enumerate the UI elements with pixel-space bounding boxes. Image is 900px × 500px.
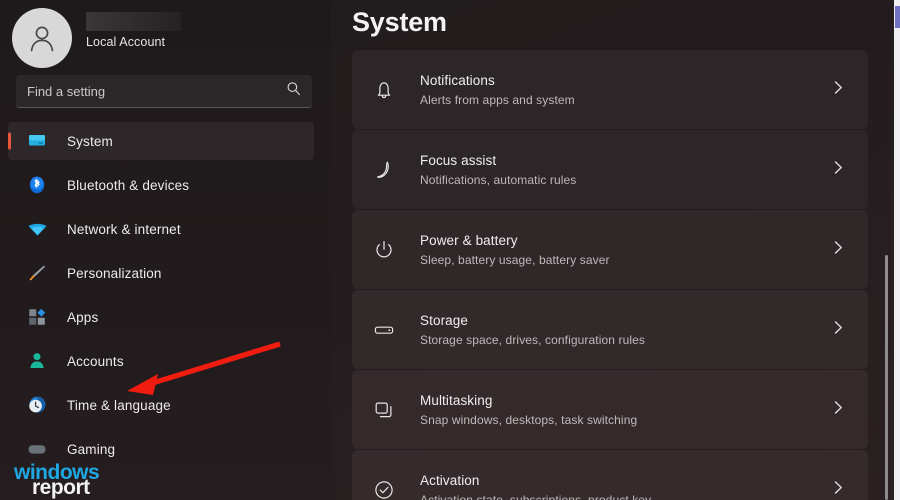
chevron-right-icon[interactable]: [833, 79, 844, 100]
card-title: Notifications: [420, 72, 495, 88]
card-title: Focus assist: [420, 152, 497, 168]
chevron-right-icon[interactable]: [833, 479, 844, 500]
monitor-icon: [26, 130, 48, 152]
windows-stack-icon: [370, 396, 398, 424]
card-subtitle: Alerts from apps and system: [420, 92, 575, 107]
chevron-right-icon[interactable]: [833, 159, 844, 180]
sidebar-item-label: Network & internet: [67, 221, 181, 237]
card-title: Activation: [420, 472, 480, 488]
sidebar-item-label: Accounts: [67, 353, 124, 369]
watermark-line-2: report: [32, 476, 90, 499]
card-subtitle: Sleep, battery usage, battery saver: [420, 252, 610, 267]
card-subtitle: Storage space, drives, configuration rul…: [420, 332, 645, 347]
power-icon: [370, 236, 398, 264]
chevron-right-icon[interactable]: [833, 239, 844, 260]
sidebar-item-accounts[interactable]: Accounts: [8, 342, 314, 380]
account-type-label: Local Account: [86, 35, 166, 49]
search-input[interactable]: [16, 75, 312, 107]
window-edge-strip: [894, 0, 900, 500]
sidebar-item-gaming[interactable]: Gaming: [8, 430, 314, 468]
sidebar-item-label: Gaming: [67, 441, 116, 457]
card-text: Focus assist Notifications, automatic ru…: [420, 152, 576, 188]
search-section: [0, 66, 330, 108]
sidebar-item-label: Apps: [67, 309, 99, 325]
profile-text: Local Account: [86, 6, 181, 49]
apps-grid-icon: [26, 306, 48, 328]
sidebar-item-label: Time & language: [67, 397, 171, 413]
settings-card-multitasking[interactable]: Multitasking Snap windows, desktops, tas…: [352, 370, 868, 450]
moon-icon: [370, 156, 398, 184]
bluetooth-icon: [26, 174, 48, 196]
settings-card-focus-assist[interactable]: Focus assist Notifications, automatic ru…: [352, 130, 868, 210]
wifi-icon: [26, 218, 48, 240]
card-text: Power & battery Sleep, battery usage, ba…: [420, 232, 610, 268]
card-title: Storage: [420, 312, 468, 328]
browser-scrollbar-sliver[interactable]: [895, 6, 900, 28]
card-text: Activation Activation state, subscriptio…: [420, 472, 651, 500]
bell-icon: [370, 76, 398, 104]
paintbrush-icon: [26, 262, 48, 284]
profile-section[interactable]: Local Account: [0, 0, 330, 68]
sidebar-item-label: Bluetooth & devices: [67, 177, 190, 193]
clock-icon: [26, 394, 48, 416]
card-title: Multitasking: [420, 392, 493, 408]
avatar[interactable]: [12, 8, 72, 68]
sidebar-item-label: Personalization: [67, 265, 162, 281]
settings-window: Local Account Find a setting System Blue…: [0, 0, 900, 500]
page-title: System: [352, 7, 447, 37]
redacted-user-name: [86, 12, 181, 31]
sidebar: Local Account Find a setting System Blue…: [0, 0, 330, 500]
sidebar-item-time-language[interactable]: Time & language: [8, 386, 314, 424]
main-content: System Notifications Alerts from apps an…: [330, 0, 900, 500]
card-subtitle: Activation state, subscriptions, product…: [420, 492, 652, 500]
sidebar-item-label: System: [67, 133, 113, 149]
card-text: Storage Storage space, drives, configura…: [420, 312, 645, 348]
person-avatar-icon: [30, 26, 54, 52]
settings-card-activation[interactable]: Activation Activation state, subscriptio…: [352, 450, 868, 500]
sidebar-nav: System Bluetooth & devices Network & int…: [0, 122, 330, 468]
sidebar-item-system[interactable]: System: [8, 122, 314, 160]
settings-card-storage[interactable]: Storage Storage space, drives, configura…: [352, 290, 868, 370]
chevron-right-icon[interactable]: [833, 319, 844, 340]
drive-icon: [370, 316, 398, 344]
scrollbar[interactable]: [885, 0, 889, 500]
sidebar-item-personalization[interactable]: Personalization: [8, 254, 314, 292]
card-title: Power & battery: [420, 232, 518, 248]
sidebar-item-bluetooth-devices[interactable]: Bluetooth & devices: [8, 166, 314, 204]
settings-card-notifications[interactable]: Notifications Alerts from apps and syste…: [352, 50, 868, 130]
card-text: Multitasking Snap windows, desktops, tas…: [420, 392, 637, 428]
settings-card-power-battery[interactable]: Power & battery Sleep, battery usage, ba…: [352, 210, 868, 290]
card-text: Notifications Alerts from apps and syste…: [420, 72, 575, 108]
search-box[interactable]: [16, 75, 312, 108]
scrollbar-thumb[interactable]: [885, 255, 888, 500]
check-circle-icon: [370, 476, 398, 500]
chevron-right-icon[interactable]: [833, 399, 844, 420]
person-icon: [26, 350, 48, 372]
card-subtitle: Notifications, automatic rules: [420, 172, 577, 187]
sidebar-item-network-internet[interactable]: Network & internet: [8, 210, 314, 248]
gaming-icon: [26, 438, 48, 460]
card-subtitle: Snap windows, desktops, task switching: [420, 412, 638, 427]
settings-card-list: Notifications Alerts from apps and syste…: [352, 50, 900, 500]
sidebar-item-apps[interactable]: Apps: [8, 298, 314, 336]
